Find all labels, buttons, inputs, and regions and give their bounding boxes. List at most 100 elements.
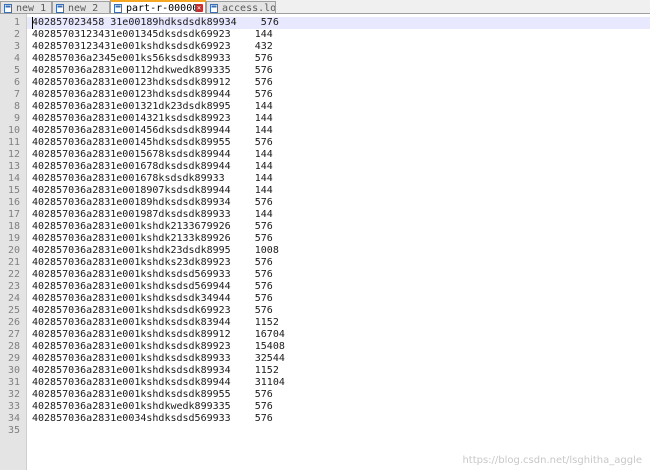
- line-number: 24: [7, 293, 20, 304]
- line-text: 402857036a2831e001kshdksdsdk89923 15408: [32, 341, 285, 352]
- line-number: 1: [13, 17, 20, 28]
- line-text: 402857036a2831e00189hdksdsdk89934 576: [32, 197, 273, 208]
- line-number: 7: [13, 89, 20, 100]
- watermark: https://blog.csdn.net/lsghitha_aggle: [462, 455, 642, 466]
- line-number: 23: [7, 281, 20, 292]
- editor-line[interactable]: 1 402857023458 31e00189hdksdsdk89934 576: [0, 17, 650, 29]
- line-number: 2: [13, 29, 20, 40]
- line-text: 402857036a2831e001678ksdsdk89933 144: [32, 173, 273, 184]
- line-text: 402857036a2831e001kshdksdsdk89944 31104: [32, 377, 285, 388]
- line-text: 402857036a2831e001kshdk2133679926 576: [32, 221, 273, 232]
- editor-line[interactable]: 25 402857036a2831e001kshdksdsdk69923 576: [0, 305, 650, 317]
- line-text: 402857036a2831e001kshdksdsd569944 576: [32, 281, 273, 292]
- line-number: 27: [7, 329, 20, 340]
- line-number: 11: [7, 137, 20, 148]
- line-number: 34: [7, 413, 20, 424]
- editor-line[interactable]: 9 402857036a2831e0014321ksdsdk89923 144: [0, 113, 650, 125]
- line-number: 33: [7, 401, 20, 412]
- line-text: 402857036a2831e001678dksdsdk89944 144: [32, 161, 273, 172]
- line-number: 30: [7, 365, 20, 376]
- editor-line[interactable]: 10 402857036a2831e001456dksdsdk89944 144: [0, 125, 650, 137]
- text-editor[interactable]: 1 402857023458 31e00189hdksdsdk89934 576 2…: [0, 14, 650, 470]
- editor-line[interactable]: 20 402857036a2831e001kshdk23dsdk8995 1008: [0, 245, 650, 257]
- document-icon: [114, 3, 122, 13]
- editor-line[interactable]: 17 402857036a2831e001987dksdsdk89933 144: [0, 209, 650, 221]
- editor-line[interactable]: 35: [0, 425, 650, 437]
- line-number: 5: [13, 65, 20, 76]
- document-icon: [210, 3, 218, 13]
- editor-line[interactable]: 2 40285703123431e001345dksdsdk69923 144: [0, 29, 650, 41]
- text-caret: [32, 17, 33, 29]
- editor-line[interactable]: 15 402857036a2831e0018907ksdsdk89944 144: [0, 185, 650, 197]
- editor-line[interactable]: 26 402857036a2831e001kshdksdsdk83944 1152: [0, 317, 650, 329]
- line-number: 17: [7, 209, 20, 220]
- editor-line[interactable]: 13 402857036a2831e001678dksdsdk89944 144: [0, 161, 650, 173]
- editor-line[interactable]: 24 402857036a2831e001kshdksdsdk34944 576: [0, 293, 650, 305]
- editor-line[interactable]: 32 402857036a2831e001kshdksdsdk89955 576: [0, 389, 650, 401]
- line-text: 402857036a2831e001kshdksdsdk83944 1152: [32, 317, 279, 328]
- line-number: 4: [13, 53, 20, 64]
- editor-line[interactable]: 18 402857036a2831e001kshdk2133679926 576: [0, 221, 650, 233]
- line-number: 31: [7, 377, 20, 388]
- line-number: 14: [7, 173, 20, 184]
- editor-line[interactable]: 4 402857036a2345e001ks56ksdsdk89933 576: [0, 53, 650, 65]
- line-number: 20: [7, 245, 20, 256]
- editor-line[interactable]: 11 402857036a2831e00145hdksdsdk89955 576: [0, 137, 650, 149]
- line-number: 21: [7, 257, 20, 268]
- tab-new-1[interactable]: new 1: [0, 1, 52, 14]
- document-icon: [56, 3, 64, 13]
- editor-line[interactable]: 3 40285703123431e001kshdksdsdk69923 432: [0, 41, 650, 53]
- editor-line[interactable]: 6 402857036a2831e00123hdksdsdk89912 576: [0, 77, 650, 89]
- line-text: 402857023458 31e00189hdksdsdk89934 576: [32, 17, 279, 28]
- line-number: 32: [7, 389, 20, 400]
- line-text: 40285703123431e001kshdksdsdk69923 432: [32, 41, 273, 52]
- line-text: 402857036a2831e001456dksdsdk89944 144: [32, 125, 273, 136]
- line-text: 402857036a2831e001kshdksdsdk89933 32544: [32, 353, 285, 364]
- tab-label: part-r-00000: [126, 2, 199, 14]
- editor-line[interactable]: 29 402857036a2831e001kshdksdsdk89933 3254…: [0, 353, 650, 365]
- editor-line[interactable]: 14 402857036a2831e001678ksdsdk89933 144: [0, 173, 650, 185]
- editor-line[interactable]: 16 402857036a2831e00189hdksdsdk89934 576: [0, 197, 650, 209]
- editor-line[interactable]: 30 402857036a2831e001kshdksdsdk89934 1152: [0, 365, 650, 377]
- line-text: 402857036a2831e001kshdks23dk89923 576: [32, 257, 273, 268]
- editor-line[interactable]: 22 402857036a2831e001kshdksdsd569933 576: [0, 269, 650, 281]
- editor-line[interactable]: 23 402857036a2831e001kshdksdsd569944 576: [0, 281, 650, 293]
- line-text: 402857036a2831e00145hdksdsdk89955 576: [32, 137, 273, 148]
- line-text: 402857036a2831e0018907ksdsdk89944 144: [32, 185, 273, 196]
- line-number: 18: [7, 221, 20, 232]
- editor-line[interactable]: 12 402857036a2831e0015678ksdsdk89944 144: [0, 149, 650, 161]
- editor-lines: 1 402857023458 31e00189hdksdsdk89934 576 2…: [0, 17, 650, 437]
- line-number: 26: [7, 317, 20, 328]
- line-number: 28: [7, 341, 20, 352]
- editor-line[interactable]: 34 402857036a2831e0034shdksdsd569933 576: [0, 413, 650, 425]
- line-text: 402857036a2831e00123hdksdsdk89944 576: [32, 89, 273, 100]
- editor-line[interactable]: 8 402857036a2831e001321dk23dsdk8995 144: [0, 101, 650, 113]
- line-number: 25: [7, 305, 20, 316]
- editor-line[interactable]: 33 402857036a2831e001kshdkwedk899335 576: [0, 401, 650, 413]
- tab-access-log[interactable]: access.log: [206, 1, 276, 14]
- tab-part-r-00000[interactable]: part-r-00000 ×: [110, 0, 206, 14]
- line-number: 10: [7, 125, 20, 136]
- tab-label: new 1: [16, 2, 47, 14]
- editor-line[interactable]: 19 402857036a2831e001kshdk2133k89926 576: [0, 233, 650, 245]
- editor-line[interactable]: 21 402857036a2831e001kshdks23dk89923 576: [0, 257, 650, 269]
- editor-line[interactable]: 27 402857036a2831e001kshdksdsdk89912 1670…: [0, 329, 650, 341]
- tab-bar: new 1 new 2 part-r-00000 × access.log: [0, 0, 650, 14]
- editor-line[interactable]: 5 402857036a2831e00112hdkwedk899335 576: [0, 65, 650, 77]
- line-text: 402857036a2831e001987dksdsdk89933 144: [32, 209, 273, 220]
- line-text: 402857036a2831e0014321ksdsdk89923 144: [32, 113, 273, 124]
- line-text: 402857036a2831e0034shdksdsd569933 576: [32, 413, 273, 424]
- line-number: 12: [7, 149, 20, 160]
- line-number: 35: [7, 425, 20, 436]
- editor-line[interactable]: 28 402857036a2831e001kshdksdsdk89923 1540…: [0, 341, 650, 353]
- tab-label: access.log: [222, 2, 275, 14]
- line-number: 8: [13, 101, 20, 112]
- line-text: 402857036a2831e001kshdksdsdk89934 1152: [32, 365, 279, 376]
- line-text: 402857036a2831e00123hdksdsdk89912 576: [32, 77, 273, 88]
- tab-new-2[interactable]: new 2: [52, 1, 110, 13]
- line-number: 9: [13, 113, 20, 124]
- close-icon[interactable]: ×: [195, 4, 203, 12]
- line-number: 3: [13, 41, 20, 52]
- editor-line[interactable]: 31 402857036a2831e001kshdksdsdk89944 3110…: [0, 377, 650, 389]
- editor-line[interactable]: 7 402857036a2831e00123hdksdsdk89944 576: [0, 89, 650, 101]
